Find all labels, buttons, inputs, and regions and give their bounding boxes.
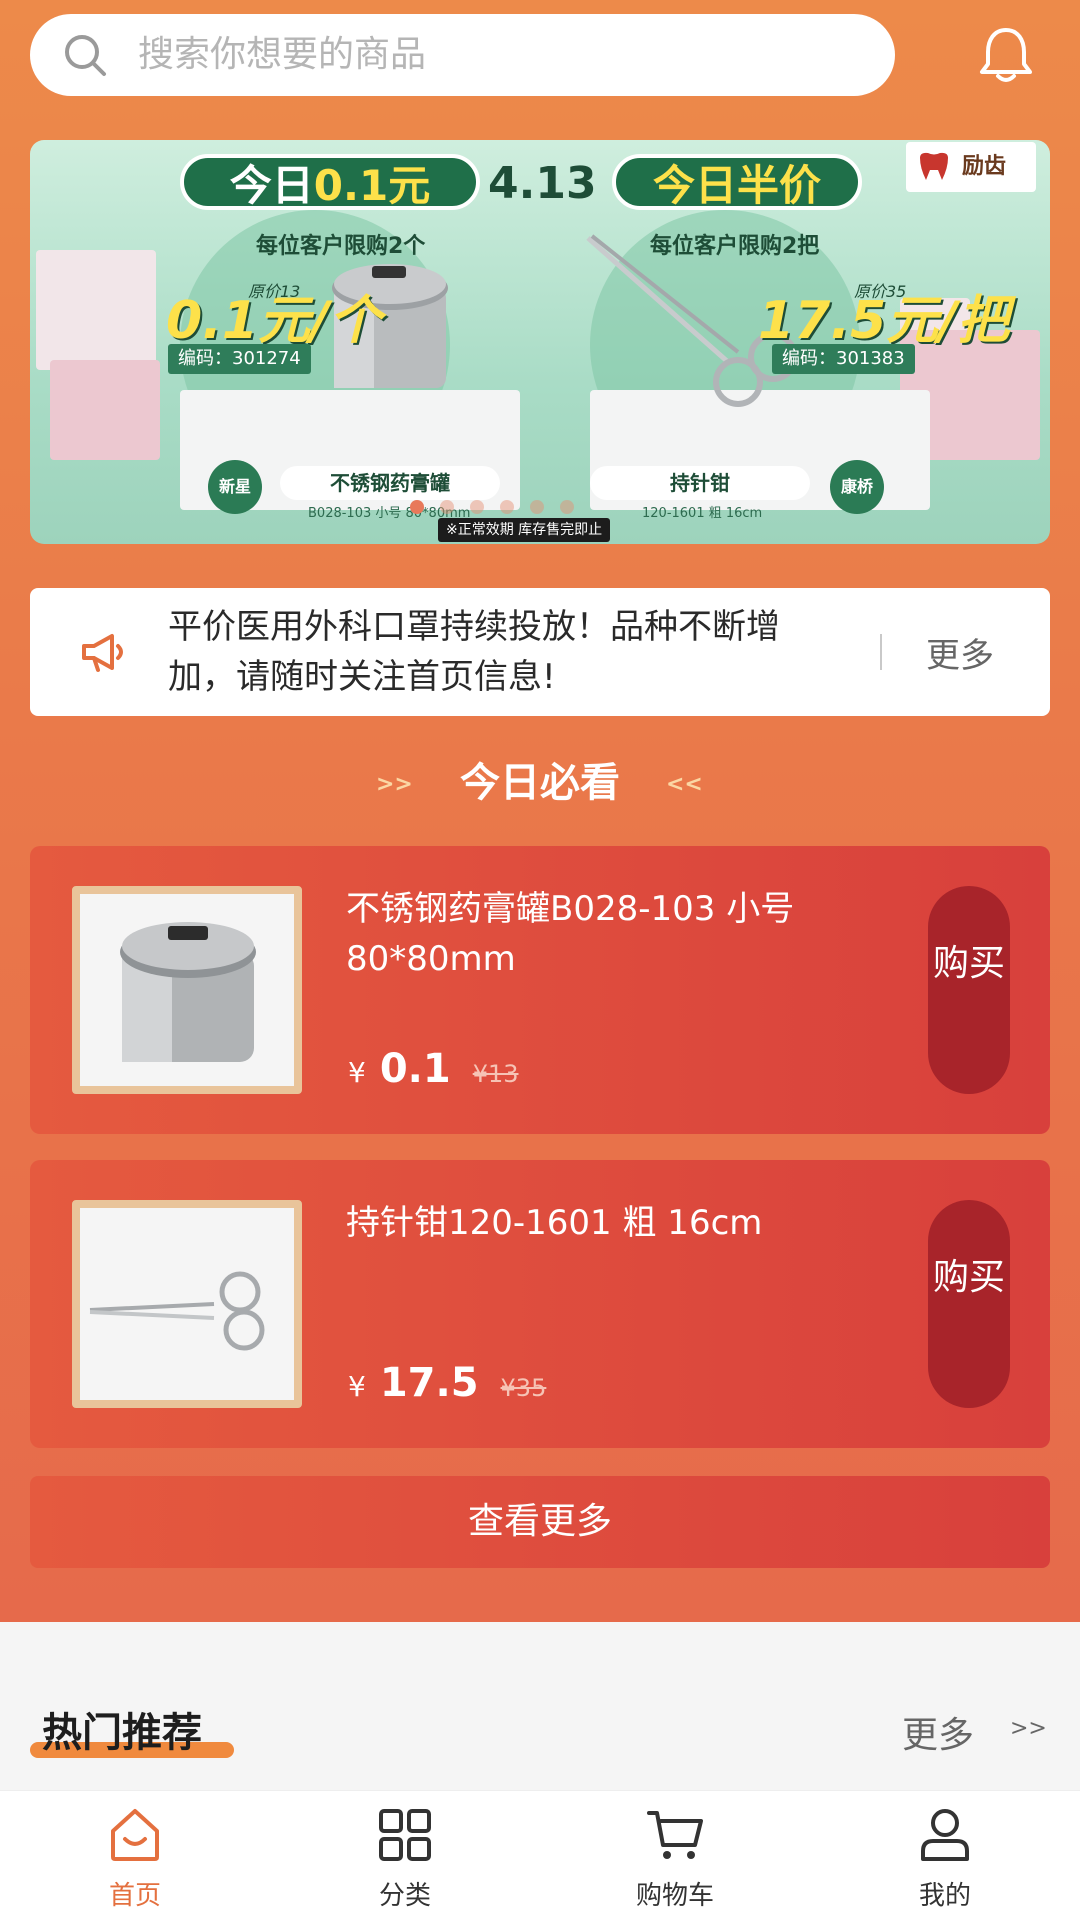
search-placeholder: 搜索你想要的商品: [138, 34, 427, 75]
banner-title-left-prefix: 今日: [229, 161, 314, 210]
view-more-button[interactable]: 查看更多: [30, 1476, 1050, 1568]
product-original-price: ¥13: [472, 1060, 519, 1088]
banner-dot[interactable]: [500, 500, 514, 514]
currency-symbol: ¥: [348, 1056, 366, 1089]
banner-deco-block: [50, 360, 160, 460]
category-icon: [379, 1809, 431, 1861]
banner-name-left: 不锈钢药膏罐: [280, 466, 500, 500]
banner-spec-right: 120-1601 粗 16cm: [642, 506, 763, 521]
product-price: 17.5: [379, 1360, 479, 1406]
buy-button[interactable]: 购买: [928, 1200, 1010, 1408]
product-card[interactable]: 不锈钢药膏罐B028-103 小号 80*80mm ¥ 0.1 ¥13 购买: [30, 846, 1050, 1134]
jar-image: [120, 922, 256, 1062]
hot-section-title: 热门推荐: [42, 1710, 202, 1756]
banner-name-right: 持针钳: [590, 466, 810, 500]
tooth-logo-icon: [920, 152, 948, 180]
product-price-row: ¥ 0.1 ¥13: [348, 1046, 519, 1092]
tab-cart[interactable]: 购物车: [540, 1791, 810, 1920]
search-input[interactable]: 搜索你想要的商品: [30, 14, 895, 96]
section-title-today: 今日必看: [460, 760, 620, 806]
banner-title-left: 今日0.1元: [180, 154, 480, 210]
product-thumbnail: [72, 886, 302, 1094]
banner-code-left: 编码：301274: [168, 344, 311, 374]
announcement-text: 平价医用外科口罩持续投放！品种不断增加，请随时关注首页信息!: [168, 607, 780, 697]
tab-home[interactable]: 首页: [0, 1791, 270, 1920]
tab-mine[interactable]: 我的: [810, 1791, 1080, 1920]
product-price: 0.1: [379, 1046, 451, 1092]
banner-code-right: 编码：301383: [772, 344, 915, 374]
banner-pagination[interactable]: [410, 500, 574, 514]
currency-symbol: ¥: [348, 1370, 366, 1403]
hot-more-arrow[interactable]: >>: [1010, 1716, 1047, 1741]
banner-dot[interactable]: [440, 500, 454, 514]
banner-title-left-highlight: 0.1元: [313, 161, 431, 210]
banner-notice: ※正常效期 库存售完即止: [438, 518, 611, 542]
announcement-divider: [880, 634, 882, 670]
product-price-row: ¥ 17.5 ¥35: [348, 1360, 546, 1406]
banner-tag-left: 新星: [208, 460, 262, 514]
cart-icon: [647, 1811, 703, 1859]
banner-dot[interactable]: [530, 500, 544, 514]
tab-label: 购物车: [635, 1881, 714, 1911]
brand-logo: 励齿: [906, 142, 1036, 192]
brand-logo-text: 励齿: [962, 154, 1007, 179]
user-icon: [921, 1809, 969, 1861]
tab-label: 分类: [378, 1881, 431, 1911]
announcement-bar[interactable]: 平价医用外科口罩持续投放！品种不断增加，请随时关注首页信息! 更多: [30, 588, 1050, 716]
banner-title-right: 今日半价: [612, 154, 862, 210]
banner-original-right: 原价35: [854, 282, 907, 301]
banner-limit-left: 每位客户限购2个: [256, 234, 426, 259]
product-name: 持针钳120-1601 粗 16cm: [346, 1203, 763, 1243]
forceps-image: [89, 1271, 265, 1351]
tab-label: 首页: [108, 1881, 161, 1911]
bottom-tab-bar: 首页 分类 购物车 我的: [0, 1790, 1080, 1920]
banner-dot[interactable]: [410, 500, 424, 514]
product-original-price: ¥35: [500, 1374, 547, 1402]
tab-category[interactable]: 分类: [270, 1791, 540, 1920]
banner-deco-block: [36, 250, 156, 370]
product-card[interactable]: 持针钳120-1601 粗 16cm ¥ 17.5 ¥35 购买: [30, 1160, 1050, 1448]
banner-original-left: 原价13: [248, 282, 301, 301]
product-thumbnail: [72, 1200, 302, 1408]
banner-tag-right: 康桥: [830, 460, 884, 514]
banner-dot[interactable]: [560, 500, 574, 514]
banner-limit-right: 每位客户限购2把: [650, 234, 820, 259]
banner-dot[interactable]: [470, 500, 484, 514]
announcement-more-link[interactable]: 更多: [926, 628, 994, 677]
section-right-mark: <<: [666, 772, 703, 797]
product-name: 不锈钢药膏罐B028-103 小号 80*80mm: [346, 889, 795, 979]
search-icon: [65, 35, 106, 76]
promo-banner[interactable]: 今日0.1元 4.13 今日半价 每位客户限购2个 每位客户限购2把 0.1元/…: [30, 140, 1050, 544]
buy-button[interactable]: 购买: [928, 886, 1010, 1094]
home-icon: [111, 1809, 159, 1861]
banner-date: 4.13: [488, 158, 597, 209]
hot-more-link[interactable]: 更多: [902, 1706, 974, 1758]
bell-icon[interactable]: [978, 24, 1034, 86]
megaphone-icon: [82, 634, 123, 672]
tab-label: 我的: [918, 1881, 971, 1911]
